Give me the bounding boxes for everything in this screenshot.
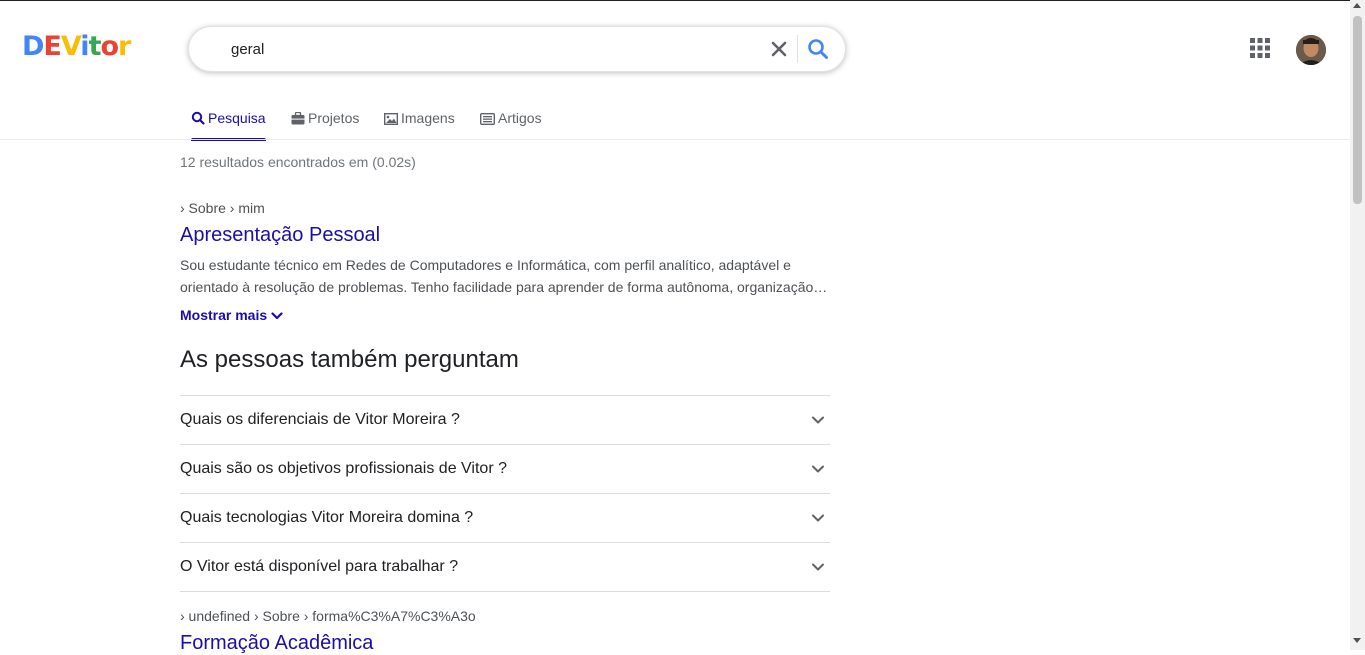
chevron-down-icon	[271, 312, 283, 320]
question-text: Quais os diferenciais de Vitor Moreira ?	[180, 411, 460, 428]
logo-letter: r	[118, 31, 131, 62]
question-text: Quais tecnologias Vitor Moreira domina ?	[180, 509, 474, 526]
logo-letter: V	[60, 31, 81, 62]
tab-label: Projetos	[308, 110, 360, 126]
user-avatar[interactable]	[1296, 35, 1326, 65]
apps-button[interactable]	[1248, 36, 1272, 60]
question-text: Quais são os objetivos profissionais de …	[180, 460, 507, 477]
scroll-down-arrow-icon[interactable]	[1353, 638, 1361, 643]
briefcase-icon	[291, 111, 305, 125]
tab-pesquisa[interactable]: Pesquisa	[191, 104, 266, 141]
window-top-border	[0, 0, 1365, 1]
tab-label: Artigos	[498, 110, 542, 126]
result-stats: 12 resultados encontrados em (0.02s)	[180, 154, 416, 170]
search-input[interactable]	[231, 37, 751, 61]
people-also-ask-title: As pessoas também perguntam	[180, 346, 519, 373]
show-more-button[interactable]: Mostrar mais	[180, 307, 283, 323]
search-divider	[797, 35, 798, 63]
question-text: O Vitor está disponível para trabalhar ?	[180, 558, 459, 575]
logo-letter: o	[100, 31, 119, 62]
close-icon	[771, 41, 787, 57]
tab-projetos[interactable]: Projetos	[291, 104, 359, 140]
show-more-label: Mostrar mais	[180, 307, 268, 323]
search-icon	[808, 39, 828, 59]
search-box	[188, 26, 846, 72]
result-snippet: Sou estudante técnico em Redes de Comput…	[180, 254, 830, 298]
question-item[interactable]: Quais são os objetivos profissionais de …	[180, 444, 830, 493]
question-item[interactable]: O Vitor está disponível para trabalhar ?	[180, 542, 830, 592]
avatar-photo	[1296, 35, 1326, 65]
tab-label: Imagens	[401, 110, 455, 126]
people-also-ask-list: Quais os diferenciais de Vitor Moreira ?…	[180, 395, 830, 592]
tab-artigos[interactable]: Artigos	[479, 104, 542, 140]
tab-imagens[interactable]: Imagens	[383, 104, 455, 140]
result-breadcrumb[interactable]: › undefined › Sobre › forma%C3%A7%C3%A3o	[180, 608, 476, 624]
devitor-logo[interactable]: DEVitor	[22, 30, 131, 64]
logo-letter: E	[43, 31, 61, 62]
logo-letter: D	[22, 31, 44, 62]
chevron-down-icon	[812, 563, 824, 571]
clear-search-button[interactable]	[767, 35, 791, 63]
question-item[interactable]: Quais tecnologias Vitor Moreira domina ?	[180, 493, 830, 542]
logo-letter: t	[88, 31, 102, 62]
result-title-link[interactable]: Apresentação Pessoal	[180, 224, 380, 247]
logo-letter: i	[80, 31, 89, 62]
result-breadcrumb[interactable]: › Sobre › mim	[180, 200, 265, 216]
search-button[interactable]	[805, 35, 831, 63]
newspaper-icon	[479, 112, 496, 126]
tab-label: Pesquisa	[208, 110, 266, 126]
image-icon	[383, 112, 399, 126]
search-icon	[191, 111, 205, 125]
question-item[interactable]: Quais os diferenciais de Vitor Moreira ?	[180, 395, 830, 444]
chevron-down-icon	[812, 416, 824, 424]
result-title-link[interactable]: Formação Acadêmica	[180, 632, 373, 655]
scroll-up-arrow-icon[interactable]	[1353, 3, 1361, 8]
grid-icon	[1250, 38, 1270, 58]
page-scrollbar[interactable]	[1350, 0, 1365, 650]
chevron-down-icon	[812, 465, 824, 473]
chevron-down-icon	[812, 514, 824, 522]
scrollbar-thumb[interactable]	[1353, 16, 1362, 204]
tabs-divider	[0, 139, 1350, 140]
result-snippet-text: Sou estudante técnico em Redes de Comput…	[180, 257, 825, 295]
